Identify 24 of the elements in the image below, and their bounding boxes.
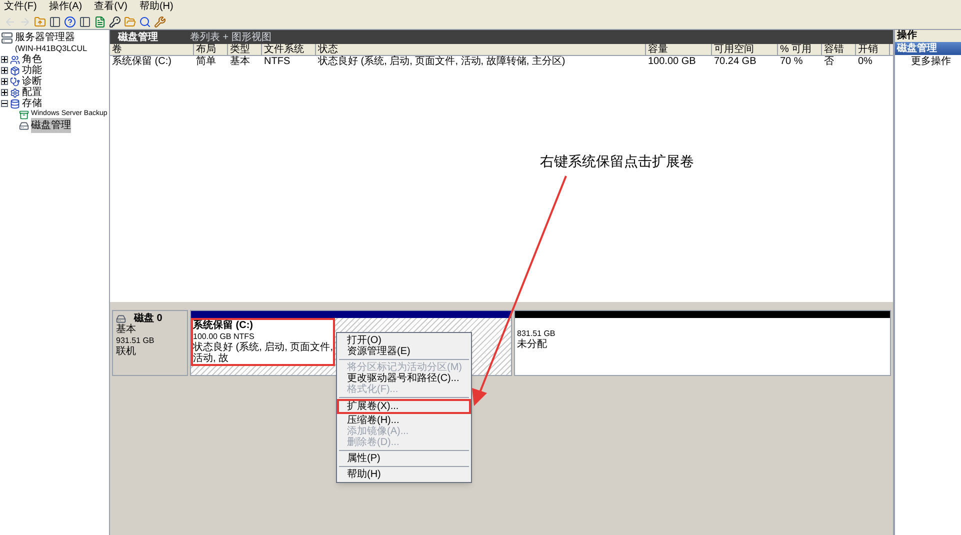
table-cell-text: 基本 [229, 56, 251, 68]
table-cell-text: 100.00 GB [647, 56, 697, 68]
partition-name: 系统保留 (C:) [193, 320, 254, 331]
disk-type: 基本 [116, 324, 137, 335]
partition-status: 状态良好 (系统, 启动, 页面文件, 活动, 故 [193, 342, 333, 364]
partition-status: 未分配 [517, 339, 548, 350]
disk-size: 931.51 GB [116, 335, 156, 346]
table-cell-text: 否 [823, 56, 835, 68]
disk-status: 联机 [116, 346, 137, 357]
table-cell-text: 系统保留 (C:) [111, 56, 172, 68]
table-cell-text: 简单 [195, 56, 217, 68]
table-cell-text: 0% [857, 56, 874, 68]
view-label: 卷列表 + 图形视图 [190, 30, 272, 44]
disk-name: 磁盘 0 [134, 313, 162, 324]
header-title: 磁盘管理 [118, 30, 158, 44]
annotation-text: 右键系统保留点击扩展卷 [540, 153, 694, 172]
partition-size: 831.51 GB [517, 328, 556, 338]
host-name: (WIN-H41BQ3LCUL [15, 43, 88, 54]
table-cell-text: 70 % [779, 56, 804, 68]
actions-title: 操作 [895, 30, 961, 42]
table-cell-text: NTFS [263, 56, 292, 68]
table-cell-text: 70.24 GB [713, 56, 758, 68]
partition-detail: 100.00 GB NTFS [193, 331, 256, 342]
table-cell-text: 状态良好 (系统, 启动, 页面文件, 活动, 故障转储, 主分区) [317, 56, 566, 68]
